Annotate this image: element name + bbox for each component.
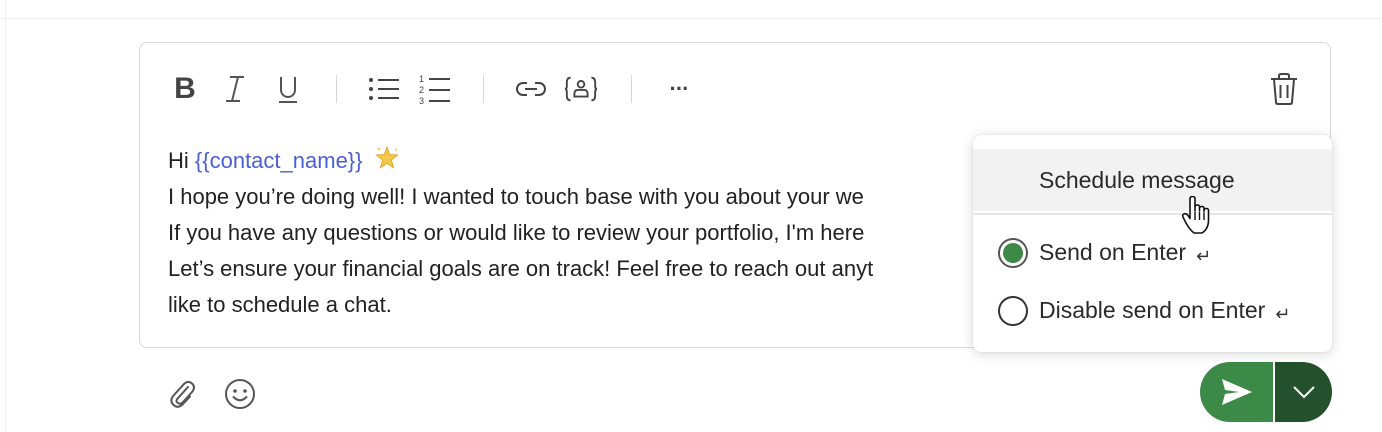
- toolbar-separator: [631, 75, 632, 103]
- schedule-message-label: Schedule message: [1039, 166, 1235, 193]
- left-rule: [5, 0, 6, 432]
- svg-text:2: 2: [419, 85, 424, 95]
- toolbar-separator: [336, 75, 337, 103]
- variable-icon: [564, 76, 598, 102]
- greeting-text: Hi: [168, 148, 189, 173]
- send-on-enter-radio[interactable]: [998, 238, 1028, 268]
- emoji-button[interactable]: [220, 374, 260, 414]
- more-options-button[interactable]: ···: [662, 71, 696, 107]
- link-icon: [516, 82, 546, 96]
- formatting-toolbar: B 123 ···: [140, 43, 1330, 135]
- disable-send-on-enter-option[interactable]: Disable send on Enter ↵: [973, 287, 1332, 335]
- smiley-icon: [225, 379, 255, 409]
- send-options-dropdown-button[interactable]: [1275, 362, 1332, 422]
- schedule-message-item[interactable]: Schedule message: [973, 149, 1332, 211]
- disable-send-on-enter-radio[interactable]: [998, 296, 1028, 326]
- italic-button[interactable]: [218, 71, 252, 107]
- sparkle-star-icon: [374, 145, 399, 181]
- bullet-list-button[interactable]: [367, 71, 401, 107]
- more-icon: ···: [669, 76, 690, 101]
- attach-button[interactable]: [162, 374, 202, 414]
- toolbar-separator: [483, 75, 484, 103]
- menu-divider: [973, 213, 1332, 215]
- enter-key-icon: ↵: [1275, 304, 1291, 324]
- svg-text:1: 1: [419, 74, 424, 84]
- delete-button[interactable]: [1267, 71, 1301, 107]
- enter-key-icon: ↵: [1196, 246, 1212, 266]
- radio-checked-dot: [1003, 243, 1023, 263]
- paperclip-icon: [170, 380, 195, 408]
- insert-variable-button[interactable]: [564, 71, 598, 107]
- svg-text:3: 3: [419, 96, 424, 105]
- underline-icon: [279, 77, 297, 103]
- bold-button[interactable]: B: [168, 71, 202, 107]
- send-options-menu: Schedule message Send on Enter ↵ Disable …: [973, 135, 1332, 352]
- send-arrow-icon: [1221, 379, 1252, 405]
- trash-icon: [1271, 73, 1297, 105]
- italic-icon: [226, 76, 244, 102]
- send-button[interactable]: [1200, 362, 1273, 422]
- numbered-list-button[interactable]: 123: [418, 71, 452, 107]
- bullet-list-icon: [369, 78, 399, 100]
- send-on-enter-option[interactable]: Send on Enter ↵: [973, 229, 1332, 277]
- link-button[interactable]: [514, 71, 548, 107]
- send-button-group: [1200, 362, 1332, 422]
- underline-button[interactable]: [271, 71, 305, 107]
- disable-send-on-enter-label: Disable send on Enter ↵: [1039, 297, 1291, 324]
- contact-name-variable: {{contact_name}}: [194, 148, 363, 173]
- chevron-down-icon: [1292, 386, 1315, 399]
- top-divider: [0, 18, 1382, 19]
- numbered-list-icon: 123: [419, 74, 450, 105]
- send-on-enter-label: Send on Enter ↵: [1039, 239, 1212, 266]
- bold-icon: B: [174, 72, 196, 105]
